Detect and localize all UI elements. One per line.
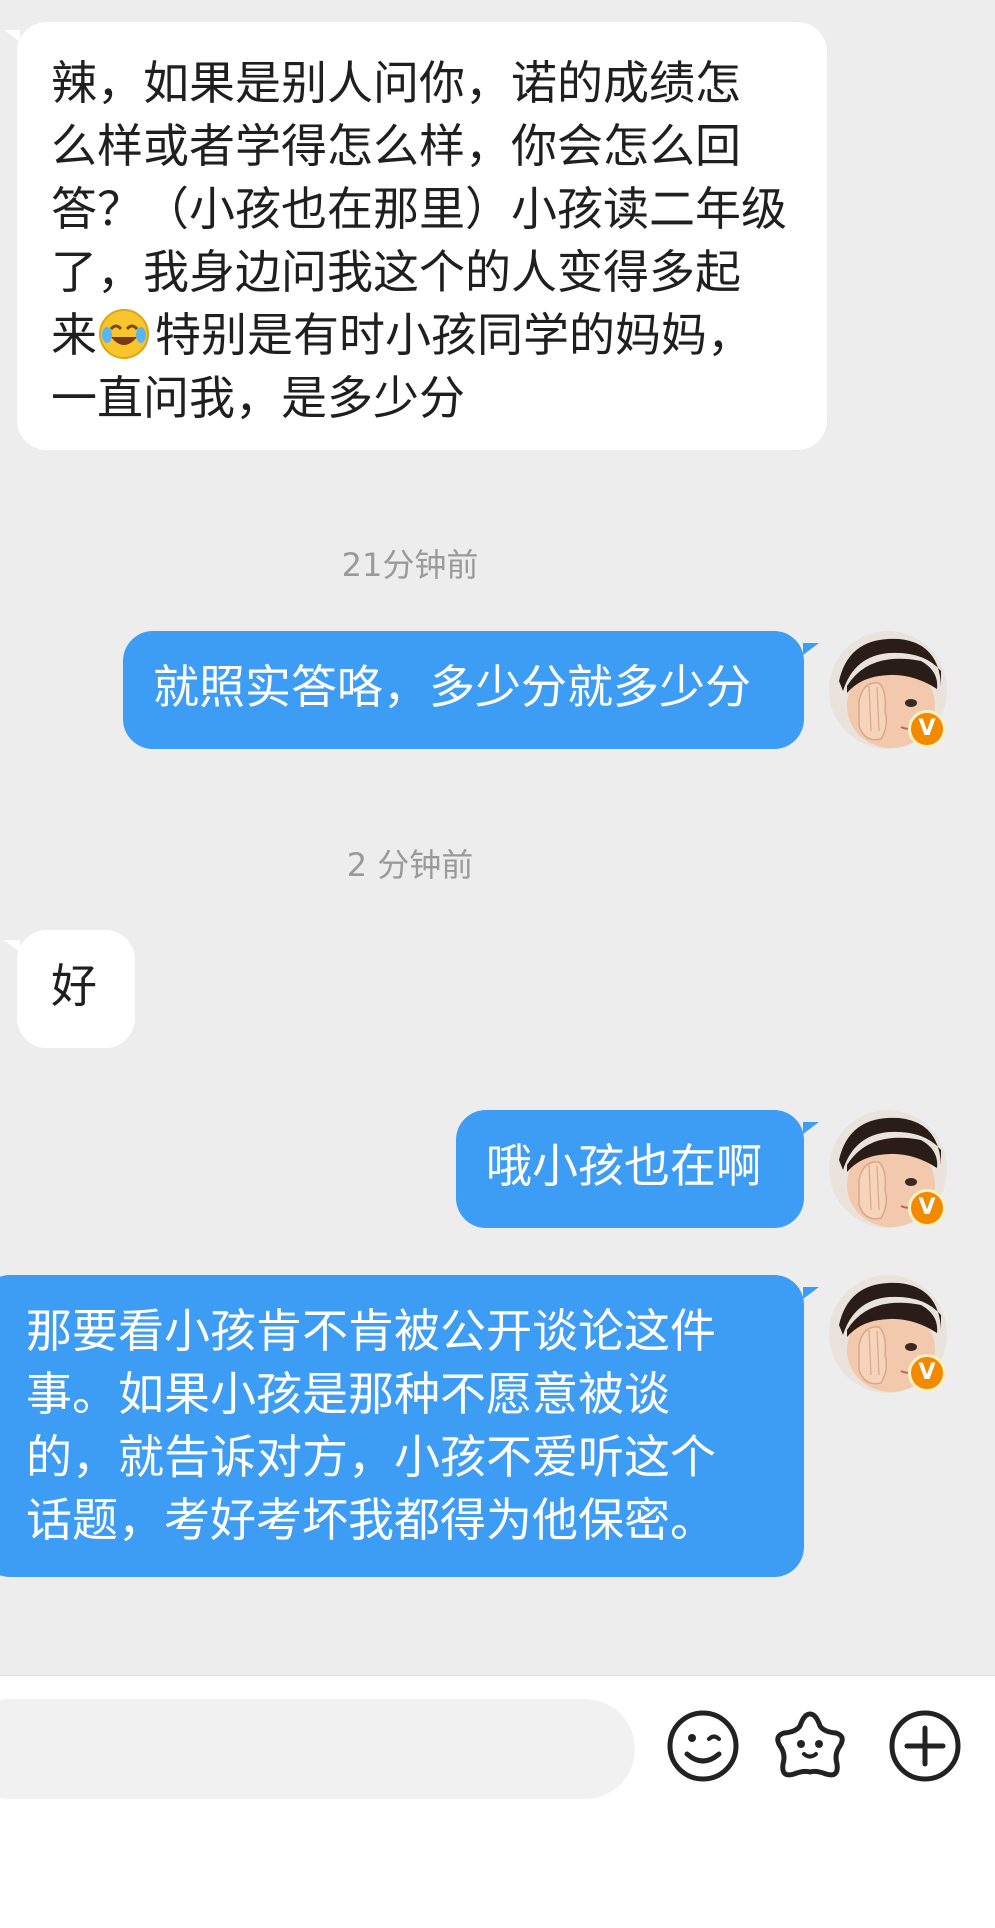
plus-icon[interactable] (885, 1706, 965, 1786)
bubble-tail (803, 643, 819, 655)
emoji-icon[interactable] (663, 1706, 743, 1786)
verified-badge-icon: V (908, 710, 946, 748)
bubble-tail (803, 1122, 819, 1134)
incoming-message-2[interactable]: 好 (17, 930, 135, 1048)
bubble-tail (4, 30, 20, 42)
verified-badge-icon: V (908, 1189, 946, 1227)
avatar[interactable]: V (829, 631, 947, 749)
timestamp: 2 分钟前 (346, 846, 474, 884)
sticker-icon[interactable] (770, 1706, 850, 1786)
timestamp: 21分钟前 (341, 546, 479, 584)
avatar[interactable]: V (829, 1110, 947, 1228)
message-text: 那要看小孩肯不肯被公开谈论这件 事。如果小孩是那种不愿意被谈 的，就告诉对方，小… (26, 1304, 716, 1547)
input-toolbar (0, 1675, 995, 1928)
message-input[interactable] (0, 1699, 635, 1799)
incoming-message-1[interactable]: 辣，如果是别人问你，诺的成绩怎 么样或者学得怎么样，你会怎么回 答？（小孩也在那… (17, 22, 827, 450)
verified-badge-icon: V (908, 1354, 946, 1392)
laughing-tears-emoji-icon (99, 309, 149, 359)
message-text: 好 (51, 959, 97, 1013)
message-text-continued: 特别是有时小孩同学的妈妈， 一直问我，是多少分 (51, 308, 753, 425)
outgoing-message-3[interactable]: 那要看小孩肯不肯被公开谈论这件 事。如果小孩是那种不愿意被谈 的，就告诉对方，小… (0, 1275, 804, 1577)
bubble-tail (803, 1287, 819, 1299)
message-text: 就照实答咯，多少分就多少分 (153, 660, 751, 714)
message-text: 哦小孩也在啊 (486, 1139, 762, 1193)
outgoing-message-2[interactable]: 哦小孩也在啊 (456, 1110, 804, 1228)
outgoing-message-1[interactable]: 就照实答咯，多少分就多少分 (123, 631, 804, 749)
avatar[interactable]: V (829, 1275, 947, 1393)
